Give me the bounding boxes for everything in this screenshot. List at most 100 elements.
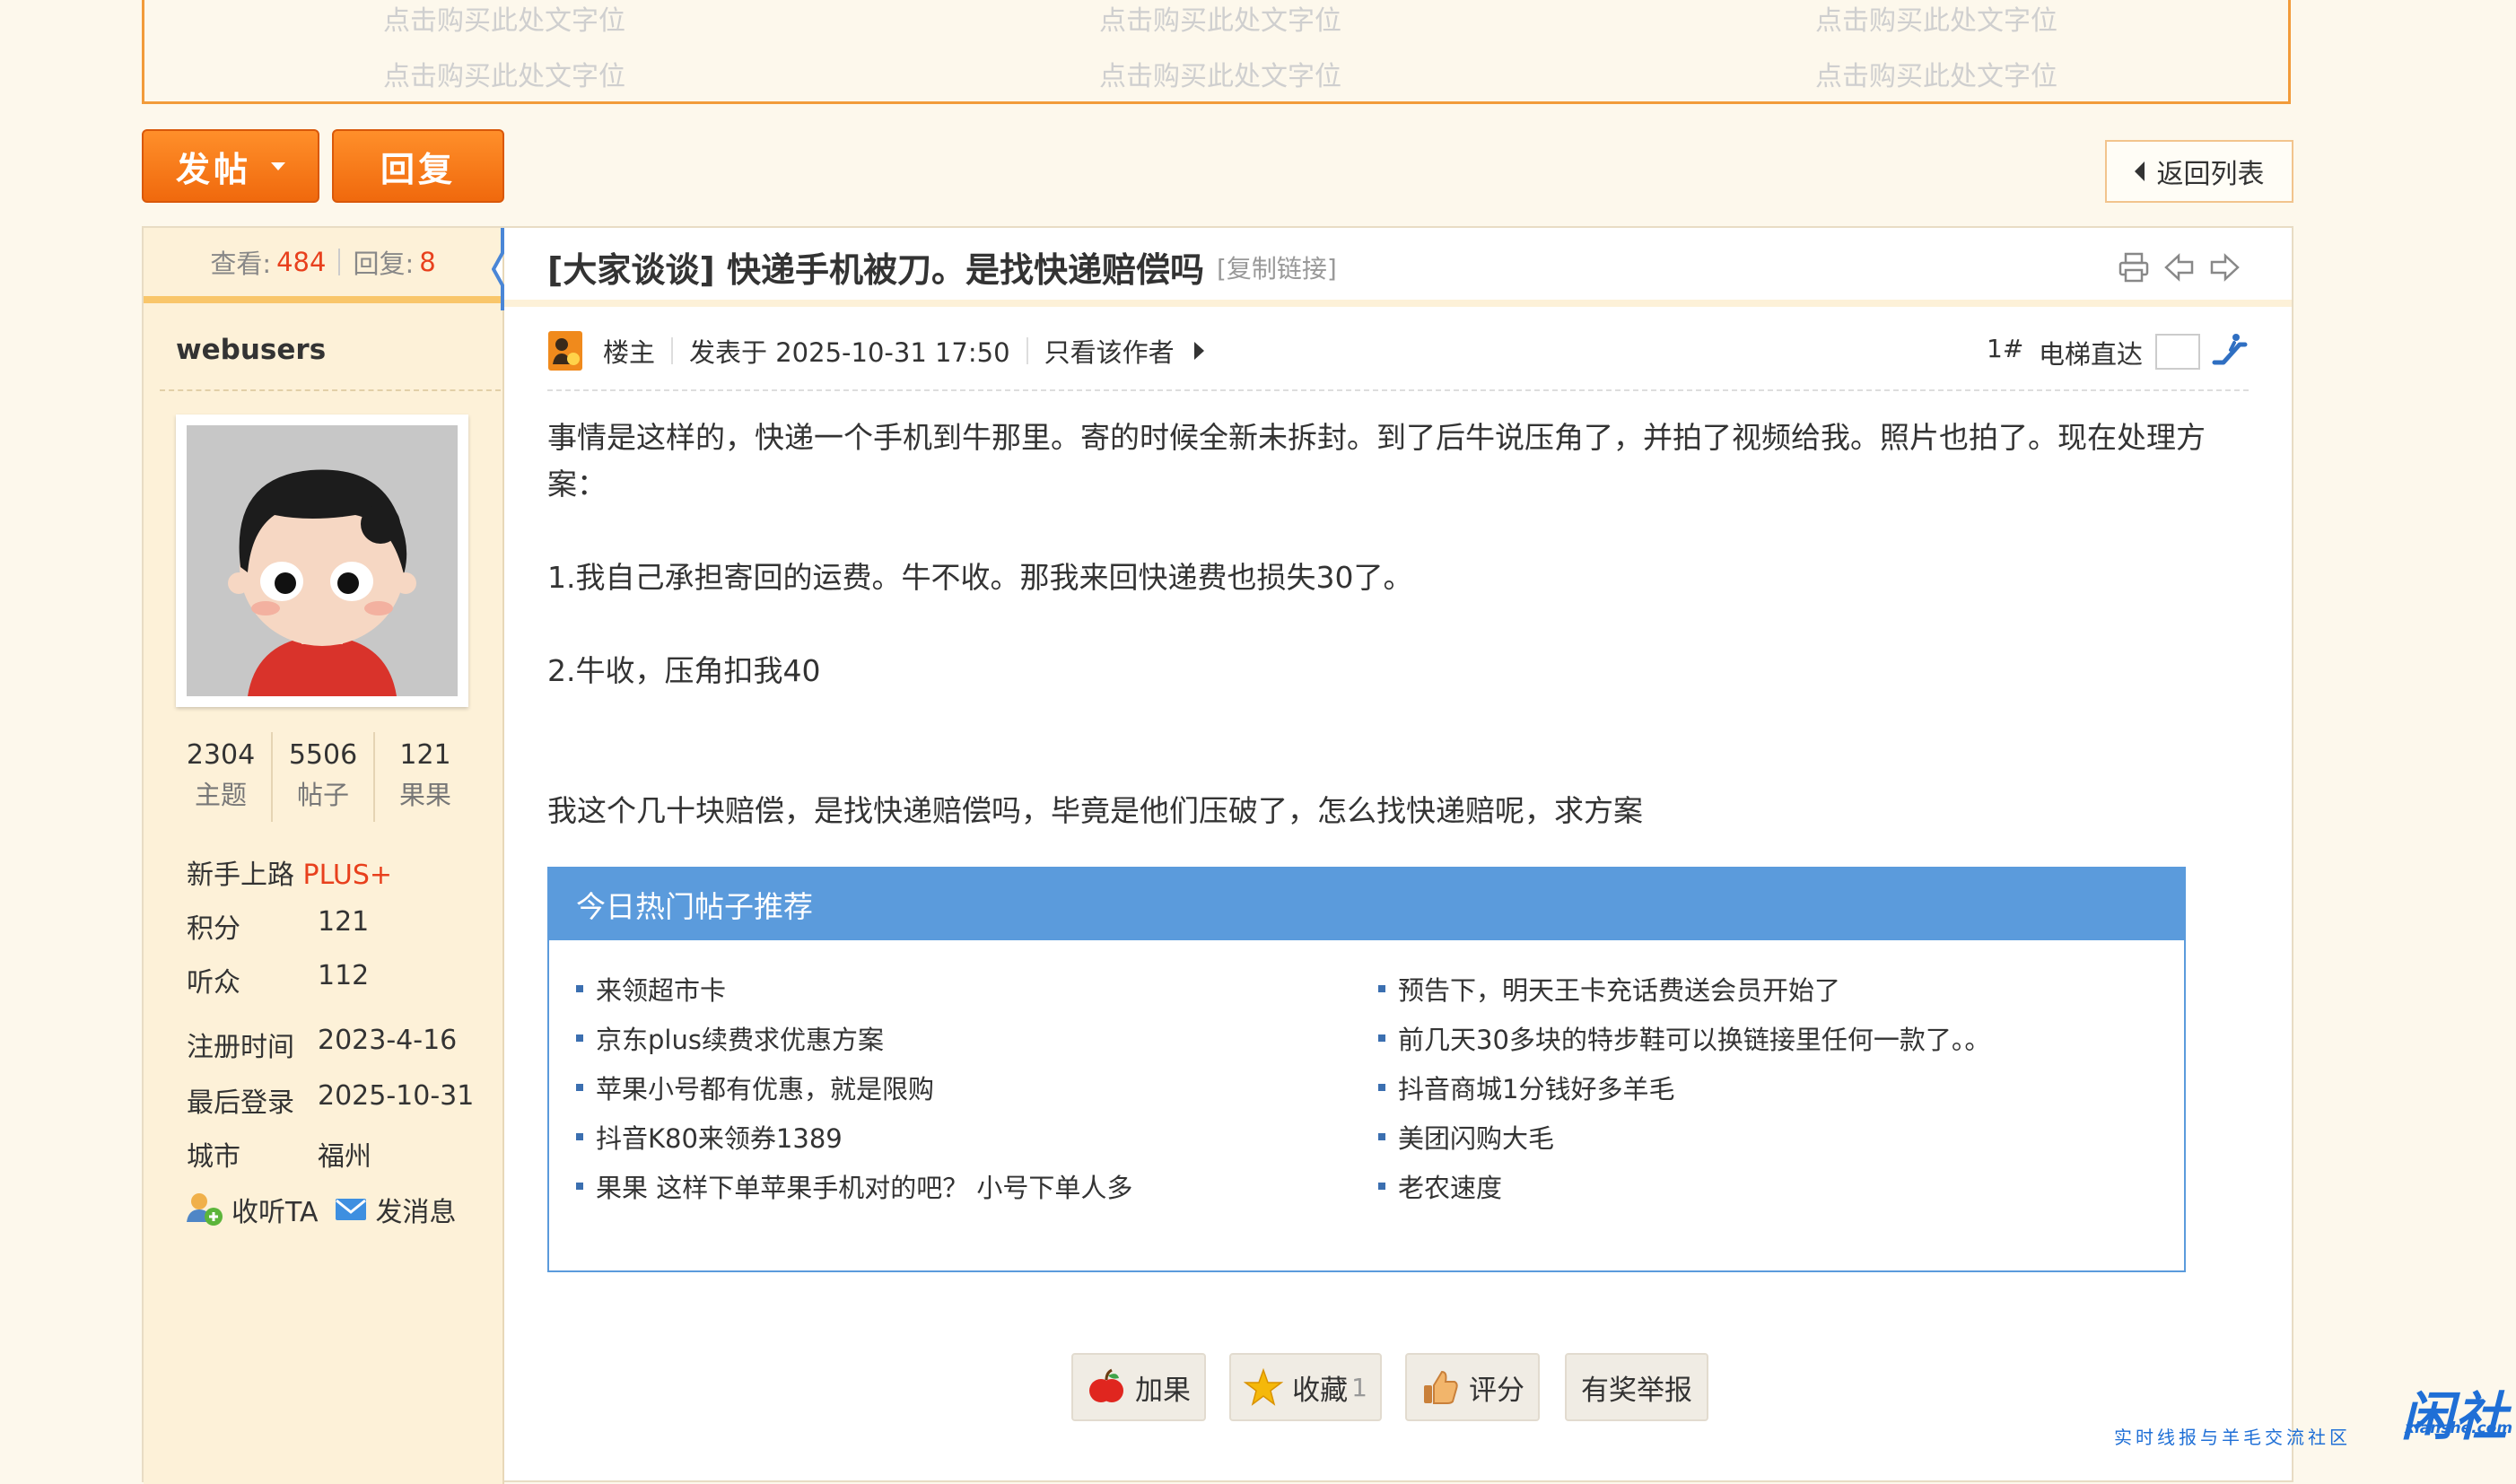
add-fruit-button[interactable]: 加果 [1071,1353,1206,1421]
author-badge-icon [548,331,582,371]
hot-thread-link[interactable]: 老农速度 [1378,1161,2155,1210]
post-paragraph: 事情是这样的，快递一个手机到牛那里。寄的时候全新未拆封。到了后牛说压角了，并拍了… [547,420,2206,502]
hot-thread-link[interactable]: 果果 这样下单苹果手机对的吧？ 小号下单人多 [576,1161,1378,1210]
divider [160,389,501,391]
ad-text-link[interactable]: 点击购买此处文字位 [1815,0,2057,38]
info-value: 2023-4-16 [318,1025,458,1056]
only-author-link[interactable]: 只看该作者 [1044,332,1175,370]
ad-banner: 点击购买此处文字位 点击购买此处文字位 点击购买此处文字位 点击购买此处文字位 … [142,0,2291,104]
group-name[interactable]: 新手上路 [187,860,294,891]
stat-value: 121 [399,739,451,771]
bullet-icon [1378,1132,1385,1140]
floor-number[interactable]: 1# [1987,334,2023,363]
follow-button[interactable]: 收听TA [185,1190,319,1229]
author-actions: 收听TA 发消息 [185,1190,457,1229]
ad-text-link[interactable]: 点击购买此处文字位 [1815,54,2057,93]
site-tagline: 实时线报与羊毛交流社区 [2114,1427,2351,1448]
rate-label: 评分 [1469,1374,1524,1407]
hot-thread-title: 苹果小号都有优惠，就是限购 [596,1073,935,1104]
send-message-label: 发消息 [375,1197,457,1228]
post-paragraph: 1.我自己承担寄回的运费。牛不收。那我来回快递费也损失30了。 [547,560,1413,595]
reply-button[interactable]: 回复 [332,129,504,203]
hot-thread-link[interactable]: 来领超市卡 [576,964,1378,1013]
send-message-button[interactable]: 发消息 [335,1190,457,1229]
hot-thread-title: 美团闪购大毛 [1398,1122,1555,1154]
back-to-list-button[interactable]: 返回列表 [2105,140,2293,203]
ad-text-link[interactable]: 点击购买此处文字位 [1099,54,1341,93]
bullet-icon [1378,1034,1385,1042]
favorite-button[interactable]: 收藏 1 [1229,1353,1382,1421]
tab-pointer-icon [492,228,504,310]
info-value: 2025-10-31 [318,1080,475,1112]
bullet-icon [576,1034,583,1042]
new-post-label: 发帖 [175,149,251,189]
bullet-icon [1378,984,1385,992]
group-badge: PLUS+ [302,860,392,891]
avatar[interactable] [176,415,468,707]
bullet-icon [576,1083,583,1091]
stat-fruits[interactable]: 121 果果 [375,732,476,822]
rate-button[interactable]: 评分 [1405,1353,1540,1421]
chevron-down-icon [271,161,285,170]
info-label: 听众 [187,967,240,999]
hot-thread-title: 前几天30多块的特步鞋可以换链接里任何一款了。。 [1398,1024,1991,1055]
info-city: 城市 福州 [187,1134,371,1174]
star-icon [1244,1367,1284,1406]
divider [547,389,2249,391]
bullet-icon [576,1182,583,1190]
thread-stats: 查看: 484 回复: 8 [144,228,502,303]
report-button[interactable]: 有奖举报 [1565,1353,1708,1421]
elevator-input[interactable] [2155,334,2200,370]
stat-value: 5506 [288,739,358,771]
hot-thread-link[interactable]: 预告下，明天王卡充话费送会员开始了 [1378,964,2155,1013]
stat-threads[interactable]: 2304 主题 [170,732,273,822]
arrow-right-icon[interactable] [1193,342,1204,360]
hot-thread-link[interactable]: 京东plus续费求优惠方案 [576,1013,1378,1062]
hot-thread-title: 抖音K80来领券1389 [596,1122,843,1154]
report-label: 有奖举报 [1581,1374,1692,1407]
stat-posts[interactable]: 5506 帖子 [273,732,375,822]
favorite-label: 收藏 [1292,1374,1349,1407]
next-thread-icon[interactable] [2209,251,2240,284]
hot-thread-link[interactable]: 抖音K80来领券1389 [576,1112,1378,1161]
ad-text-link[interactable]: 点击购买此处文字位 [1099,0,1341,38]
site-url: xianshe.com [2405,1419,2513,1437]
bullet-icon [1378,1182,1385,1190]
thread-tools [2118,251,2240,284]
thread-title: [大家谈谈] 快递手机被刀。是找快递赔偿吗 [547,250,1204,290]
add-fruit-label: 加果 [1135,1374,1191,1407]
favorite-count: 1 [1351,1372,1367,1402]
back-to-list-label: 返回列表 [2156,159,2265,190]
divider [1026,337,1028,364]
hot-thread-title: 抖音商城1分钱好多羊毛 [1398,1073,1675,1104]
info-credits: 积分 121 [187,906,369,946]
hot-thread-link[interactable]: 苹果小号都有优惠，就是限购 [576,1062,1378,1112]
replies-label: 回复: [353,249,415,279]
escalator-icon[interactable] [2211,332,2249,370]
info-value: 121 [318,906,370,938]
hot-thread-link[interactable]: 抖音商城1分钱好多羊毛 [1378,1062,2155,1112]
follow-label: 收听TA [232,1197,319,1228]
hot-threads-title: 今日热门帖子推荐 [549,869,2184,940]
ad-text-link[interactable]: 点击购买此处文字位 [383,54,625,93]
info-value: 112 [318,960,370,991]
copy-link-button[interactable]: [复制链接] [1217,249,1337,285]
new-post-button[interactable]: 发帖 [142,129,319,203]
hot-thread-title: 老农速度 [1398,1172,1503,1203]
thumbs-up-icon [1424,1370,1458,1404]
stat-label: 果果 [398,780,451,810]
previous-thread-icon[interactable] [2164,251,2195,284]
bullet-icon [576,984,583,992]
hot-thread-link[interactable]: 美团闪购大毛 [1378,1112,2155,1161]
author-role-label: 楼主 [603,337,656,368]
views-label: 查看: [210,249,272,279]
print-icon[interactable] [2118,251,2150,284]
bullet-icon [1378,1083,1385,1091]
mail-icon [335,1199,366,1220]
hot-thread-link[interactable]: 前几天30多块的特步鞋可以换链接里任何一款了。。 [1378,1013,2155,1062]
post-content: 事情是这样的，快递一个手机到牛那里。寄的时候全新未拆封。到了后牛说压角了，并拍了… [547,415,2252,834]
author-name[interactable]: webusers [176,334,326,366]
hot-threads-list: 来领超市卡 预告下，明天王卡充话费送会员开始了 京东plus续费求优惠方案 前几… [576,964,2155,1210]
ad-text-link[interactable]: 点击购买此处文字位 [383,0,625,38]
post-meta: 楼主 发表于 2025-10-31 17:50 只看该作者 [547,330,1204,371]
